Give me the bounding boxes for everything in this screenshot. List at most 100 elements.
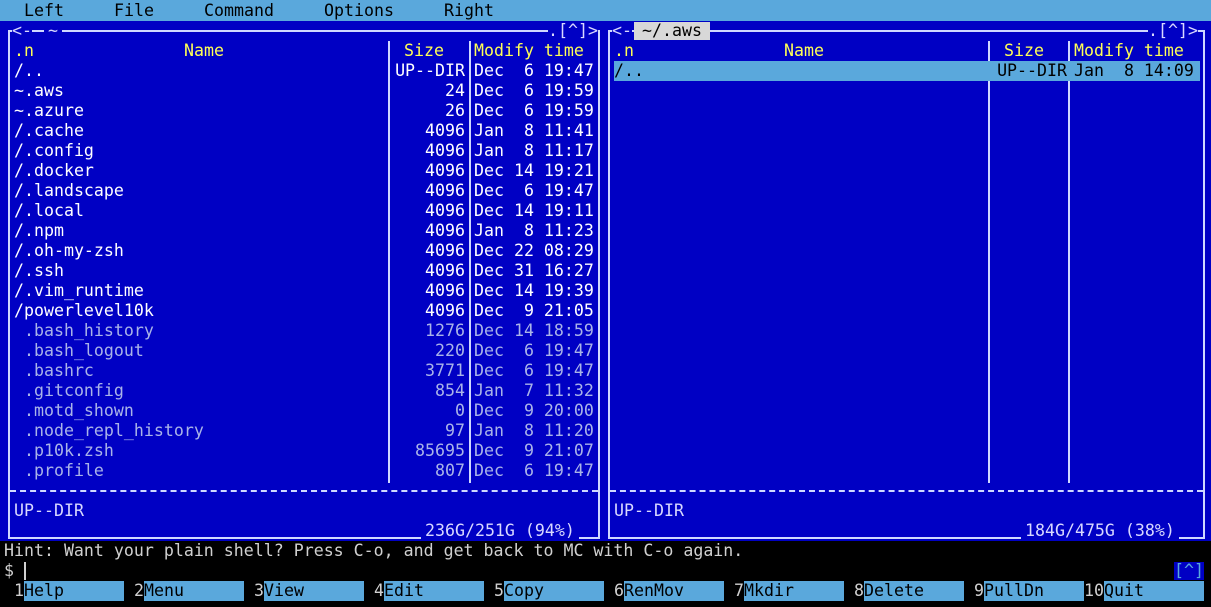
- row-modified: Dec 9 21:07: [474, 441, 594, 460]
- left-sort-indicator[interactable]: .n: [14, 41, 34, 61]
- fkey-copy-button[interactable]: 5 Copy: [484, 581, 604, 601]
- row-name: .p10k.zsh: [14, 441, 114, 460]
- fkey-view-button[interactable]: 3 View: [244, 581, 364, 601]
- fkey-delete-button[interactable]: 8 Delete: [844, 581, 964, 601]
- fkey-renmov-button[interactable]: 6 RenMov: [604, 581, 724, 601]
- directory-row[interactable]: /.local 4096 Dec 14 19:11: [14, 201, 596, 221]
- file-row[interactable]: .gitconfig 854 Jan 7 11:32: [14, 381, 596, 401]
- row-name: .bashrc: [14, 361, 94, 380]
- row-modified: Dec 6 19:47: [474, 181, 594, 200]
- menu-left[interactable]: Left: [24, 0, 64, 21]
- directory-row[interactable]: /.ssh 4096 Dec 31 16:27: [14, 261, 596, 281]
- directory-row[interactable]: /.. UP--DIR Dec 6 19:47: [14, 61, 596, 81]
- directory-row[interactable]: /.config 4096 Jan 8 11:17: [14, 141, 596, 161]
- fkey-pulldn-button[interactable]: 9 PullDn: [964, 581, 1084, 601]
- row-size: 26: [445, 101, 465, 120]
- fkey-number: 5: [494, 581, 504, 600]
- row-name: /powerlevel10k: [14, 301, 154, 320]
- left-mini-status: UP--DIR: [14, 501, 84, 520]
- row-modified: Dec 9 20:00: [474, 401, 594, 420]
- directory-row[interactable]: ~.aws 24 Dec 6 19:59: [14, 81, 596, 101]
- right-sort-indicator[interactable]: .n: [614, 41, 634, 61]
- row-name: /..: [614, 61, 644, 80]
- row-modified: Jan 8 11:17: [474, 141, 594, 160]
- fkey-label: Edit: [384, 581, 484, 601]
- fkey-edit-button[interactable]: 4 Edit: [364, 581, 484, 601]
- row-modified: Dec 14 19:21: [474, 161, 594, 180]
- left-header-size[interactable]: Size: [404, 41, 444, 61]
- row-name: /.oh-my-zsh: [14, 241, 124, 260]
- row-size: 4096: [425, 221, 465, 240]
- right-header-size[interactable]: Size: [1004, 41, 1044, 61]
- left-disk-usage: 236G/251G (94%): [421, 522, 579, 540]
- row-modified: Dec 14 18:59: [474, 321, 594, 340]
- directory-row[interactable]: /.cache 4096 Jan 8 11:41: [14, 121, 596, 141]
- fkey-help-button[interactable]: 1 Help: [4, 581, 124, 601]
- directory-row[interactable]: /.vim_runtime 4096 Dec 14 19:39: [14, 281, 596, 301]
- fkey-label: Mkdir: [744, 581, 844, 601]
- left-history-button[interactable]: .[^]>: [548, 22, 598, 40]
- row-size: 4096: [425, 281, 465, 300]
- directory-row[interactable]: /.docker 4096 Dec 14 19:21: [14, 161, 596, 181]
- fkey-mkdir-button[interactable]: 7 Mkdir: [724, 581, 844, 601]
- fkey-menu-button[interactable]: 2 Menu: [124, 581, 244, 601]
- row-name: .node_repl_history: [14, 421, 204, 440]
- file-row[interactable]: .bash_history 1276 Dec 14 18:59: [14, 321, 596, 341]
- right-mini-status-divider: [610, 490, 1203, 492]
- directory-row[interactable]: /.landscape 4096 Dec 6 19:47: [14, 181, 596, 201]
- right-header-name[interactable]: Name: [784, 41, 824, 61]
- left-panel[interactable]: <- ~ .[^]> .n Name Size Modify time /.. U…: [0, 21, 604, 541]
- right-path: ~/.aws: [634, 22, 710, 40]
- file-row[interactable]: .motd_shown 0 Dec 9 20:00: [14, 401, 596, 421]
- row-size: 3771: [425, 361, 465, 380]
- command-line-cursor[interactable]: [24, 562, 26, 580]
- fkey-number: 7: [734, 581, 744, 600]
- row-name: /.docker: [14, 161, 94, 180]
- row-size: 854: [435, 381, 465, 400]
- row-size: 220: [435, 341, 465, 360]
- row-size: 97: [445, 421, 465, 440]
- row-modified: Dec 31 16:27: [474, 261, 594, 280]
- file-row[interactable]: .bash_logout 220 Dec 6 19:47: [14, 341, 596, 361]
- row-modified: Dec 6 19:59: [474, 81, 594, 100]
- directory-row[interactable]: /.oh-my-zsh 4096 Dec 22 08:29: [14, 241, 596, 261]
- file-row[interactable]: .p10k.zsh 85695 Dec 9 21:07: [14, 441, 596, 461]
- fkey-quit-button[interactable]: 10 Quit: [1084, 581, 1204, 601]
- right-header-modify[interactable]: Modify time: [1074, 41, 1184, 61]
- row-size: 1276: [425, 321, 465, 340]
- fkey-label: Help: [24, 581, 124, 601]
- row-name: /.npm: [14, 221, 64, 240]
- directory-row[interactable]: /.. UP--DIR Jan 8 14:09: [614, 61, 1200, 81]
- right-back-button[interactable]: <-: [612, 22, 632, 40]
- row-modified: Jan 8 11:20: [474, 421, 594, 440]
- right-panel[interactable]: <- ~/.aws .[^]> .n Name Size Modify time…: [604, 21, 1211, 541]
- row-name: .motd_shown: [14, 401, 134, 420]
- row-size: 807: [435, 461, 465, 480]
- directory-row[interactable]: /.npm 4096 Jan 8 11:23: [14, 221, 596, 241]
- row-size: 4096: [425, 161, 465, 180]
- fkey-label: RenMov: [624, 581, 724, 601]
- command-history-button[interactable]: [^]: [1174, 562, 1204, 580]
- fkey-number: 6: [614, 581, 624, 600]
- menu-command[interactable]: Command: [204, 0, 274, 21]
- file-row[interactable]: .node_repl_history 97 Jan 8 11:20: [14, 421, 596, 441]
- row-modified: Dec 22 08:29: [474, 241, 594, 260]
- left-back-button[interactable]: <-: [12, 22, 32, 40]
- menu-file[interactable]: File: [114, 0, 154, 21]
- row-modified: Dec 6 19:47: [474, 341, 594, 360]
- file-row[interactable]: .profile 807 Dec 6 19:47: [14, 461, 596, 481]
- file-row[interactable]: .bashrc 3771 Dec 6 19:47: [14, 361, 596, 381]
- directory-row[interactable]: /powerlevel10k 4096 Dec 9 21:05: [14, 301, 596, 321]
- row-size: UP--DIR: [997, 61, 1067, 80]
- right-history-button[interactable]: .[^]>: [1148, 22, 1198, 40]
- directory-row[interactable]: ~.azure 26 Dec 6 19:59: [14, 101, 596, 121]
- row-size: 24: [445, 81, 465, 100]
- fkey-label: PullDn: [984, 581, 1084, 601]
- fkey-label: Menu: [144, 581, 244, 601]
- menu-options[interactable]: Options: [324, 0, 394, 21]
- left-header-modify[interactable]: Modify time: [474, 41, 584, 61]
- menu-right[interactable]: Right: [444, 0, 494, 21]
- left-header-name[interactable]: Name: [184, 41, 224, 61]
- row-name: ~.azure: [14, 101, 84, 120]
- row-modified: Dec 6 19:47: [474, 461, 594, 480]
